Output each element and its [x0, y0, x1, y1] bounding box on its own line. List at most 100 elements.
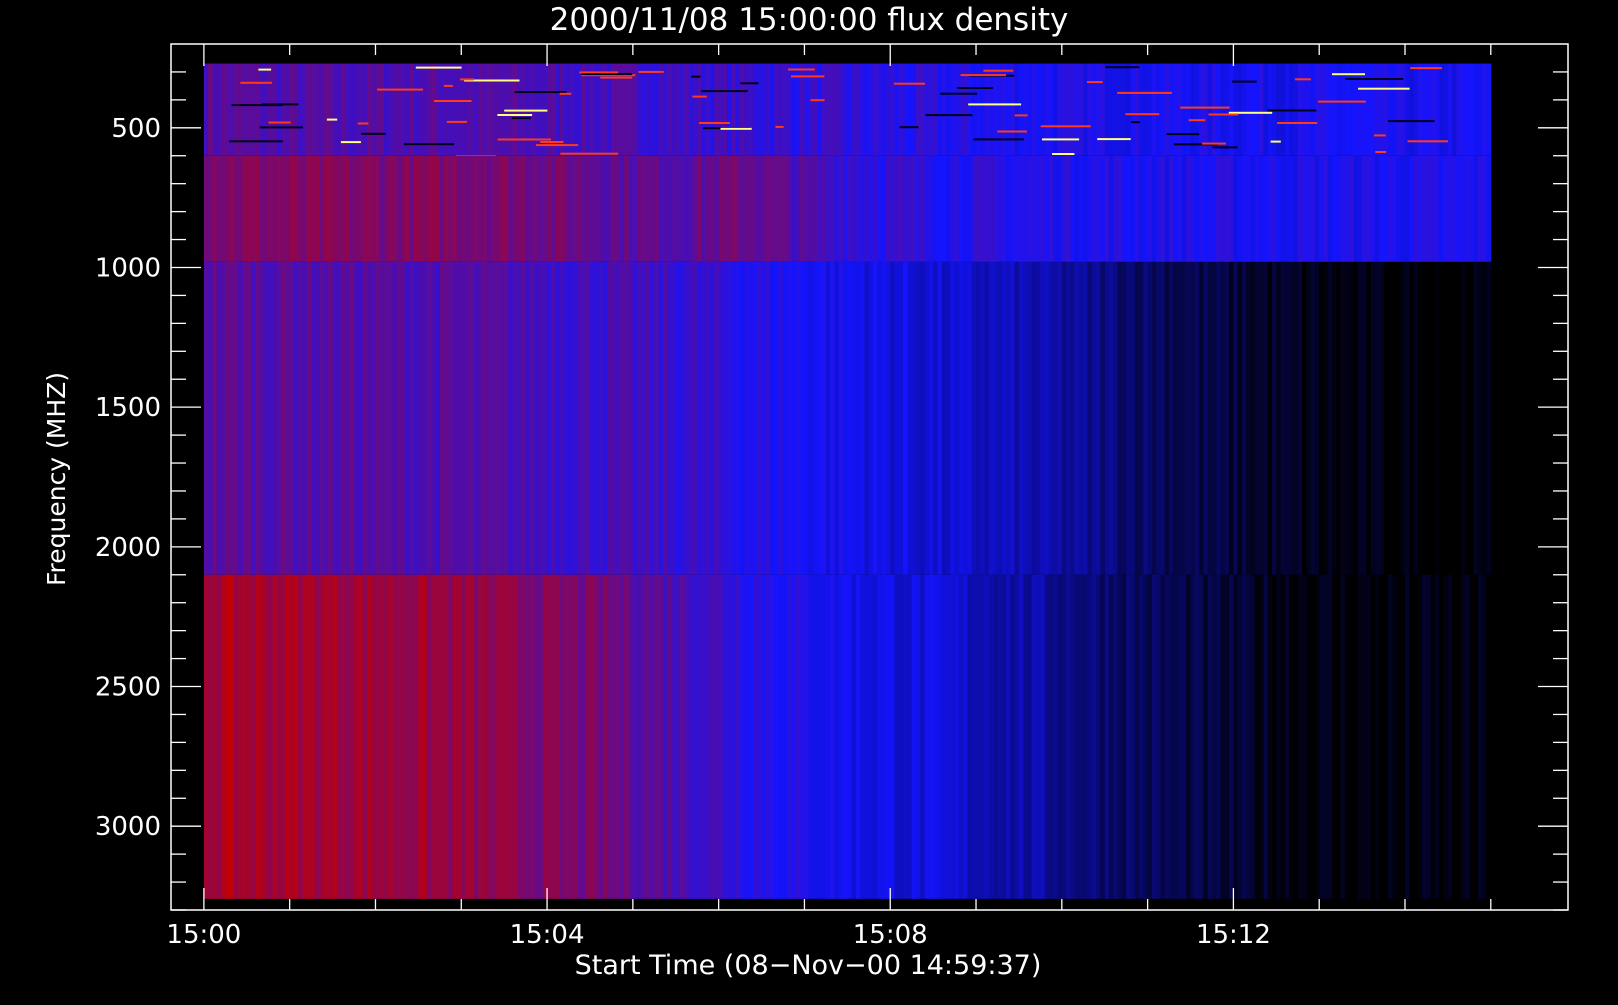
heatmap-cell — [877, 63, 883, 156]
heatmap-cell — [731, 155, 737, 262]
heatmap-cell — [877, 155, 883, 262]
rfi-streak — [899, 126, 919, 129]
rfi-streak — [1374, 134, 1386, 137]
heatmap-cell — [774, 261, 780, 575]
heatmap-cell — [311, 574, 317, 899]
heatmap-cell — [1104, 261, 1110, 575]
heatmap-cell — [1332, 63, 1337, 156]
heatmap-cell — [701, 261, 707, 575]
heatmap-cell — [1370, 574, 1376, 899]
heatmap-cell — [988, 261, 994, 575]
heatmap-cell — [1392, 63, 1398, 156]
heatmap-cell — [388, 155, 394, 262]
heatmap-cell — [1344, 155, 1350, 262]
heatmap-cell — [1044, 261, 1050, 575]
heatmap-cell — [276, 155, 282, 262]
heatmap-cell — [1023, 155, 1029, 262]
heatmap-cell — [1186, 261, 1192, 575]
heatmap-cell — [688, 155, 694, 262]
heatmap-cell — [1422, 155, 1428, 262]
heatmap-cell — [1430, 155, 1436, 262]
heatmap-cell — [907, 63, 913, 156]
rfi-streak — [1231, 80, 1257, 83]
heatmap-cell — [1452, 261, 1458, 575]
heatmap-cell — [761, 574, 767, 899]
heatmap-cell — [860, 574, 866, 899]
y-tick-label: 500 — [111, 114, 161, 144]
heatmap-cell — [1053, 155, 1059, 262]
heatmap-cell — [1044, 63, 1050, 156]
rfi-streak — [268, 121, 291, 124]
heatmap-cell — [1001, 574, 1007, 899]
heatmap-cell — [1370, 261, 1376, 575]
heatmap-cell — [1109, 155, 1114, 262]
heatmap-cell — [1040, 63, 1046, 156]
rfi-streak — [788, 68, 815, 71]
heatmap-cell — [1362, 574, 1367, 899]
heatmap-cell — [958, 63, 964, 156]
heatmap-cell — [976, 63, 981, 156]
heatmap-cell — [641, 63, 647, 156]
heatmap-cell — [324, 155, 329, 262]
heatmap-cell — [1139, 63, 1144, 156]
heatmap-cell — [903, 63, 908, 156]
rfi-streak — [514, 91, 567, 94]
heatmap-cell — [255, 261, 261, 575]
heatmap-cell — [1207, 63, 1213, 156]
heatmap-cell — [825, 63, 831, 156]
heatmap-cell — [808, 574, 814, 899]
heatmap-cell — [396, 261, 402, 575]
heatmap-cell — [504, 155, 510, 262]
heatmap-cell — [1456, 574, 1462, 899]
heatmap-cell — [1246, 574, 1252, 899]
heatmap-cell — [976, 574, 981, 899]
heatmap-cell — [1074, 261, 1080, 575]
heatmap-cell — [1036, 574, 1041, 899]
heatmap-cell — [984, 261, 990, 575]
heatmap-cell — [392, 574, 398, 899]
heatmap-cell — [834, 261, 840, 575]
heatmap-cell — [568, 261, 574, 575]
heatmap-cell — [1319, 63, 1325, 156]
heatmap-cell — [1280, 574, 1286, 899]
heatmap-cell — [1190, 261, 1196, 575]
heatmap-cell — [495, 63, 501, 156]
heatmap-cell — [1460, 63, 1466, 156]
rfi-streak — [1345, 78, 1404, 80]
heatmap-cell — [898, 155, 904, 262]
heatmap-cell — [718, 574, 724, 899]
heatmap-cell — [216, 261, 222, 575]
heatmap-cell — [384, 261, 389, 575]
heatmap-cell — [242, 155, 248, 262]
heatmap-cell — [478, 155, 484, 262]
heatmap-cell — [1469, 261, 1475, 575]
heatmap-cell — [1302, 261, 1307, 575]
heatmap-cell — [1439, 261, 1445, 575]
heatmap-cell — [748, 261, 754, 575]
heatmap-cell — [1031, 261, 1037, 575]
heatmap-cell — [1366, 574, 1372, 899]
heatmap-cell — [971, 155, 977, 262]
heatmap-cell — [1409, 155, 1415, 262]
heatmap-cell — [967, 261, 973, 575]
heatmap-cell — [1396, 261, 1402, 575]
rfi-streak — [720, 127, 752, 130]
heatmap-cell — [1053, 261, 1059, 575]
heatmap-cell — [890, 574, 896, 899]
heatmap-cell — [718, 155, 724, 262]
heatmap-cell — [1091, 574, 1097, 899]
heatmap-cell — [1134, 63, 1140, 156]
heatmap-cell — [628, 155, 634, 262]
heatmap-cell — [1074, 574, 1080, 899]
heatmap-cell — [1096, 63, 1102, 156]
heatmap-cell — [1061, 155, 1067, 262]
heatmap-cell — [594, 574, 600, 899]
heatmap-cell — [830, 63, 836, 156]
heatmap-cell — [898, 574, 904, 899]
heatmap-cell — [1259, 155, 1265, 262]
heatmap-cell — [1417, 261, 1423, 575]
heatmap-cell — [1224, 63, 1230, 156]
heatmap-cell — [1014, 261, 1020, 575]
heatmap-cell — [246, 155, 252, 262]
heatmap-cell — [439, 63, 445, 156]
